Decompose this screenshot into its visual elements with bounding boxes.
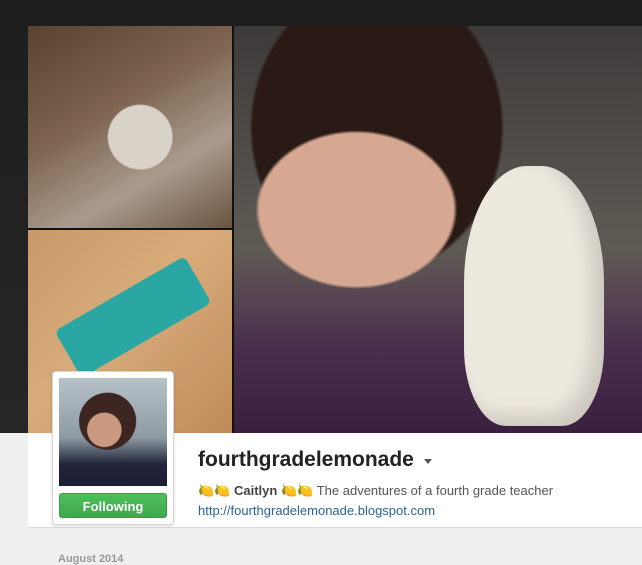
usb-drive-shape — [54, 256, 212, 378]
profile-bio: 🍋🍋 Caitlyn 🍋🍋 The adventures of a fourth… — [198, 483, 553, 499]
avatar[interactable] — [59, 378, 167, 486]
bio-text: The adventures of a fourth grade teacher — [316, 483, 554, 498]
chevron-down-icon[interactable] — [423, 459, 432, 464]
ceramic-dog-shape — [464, 166, 604, 426]
photo-tile-selfie[interactable] — [234, 26, 642, 434]
name-prefix-emoji: 🍋🍋 — [198, 483, 231, 498]
following-button[interactable]: Following — [59, 493, 167, 518]
profile-username: fourthgradelemonade — [198, 448, 414, 471]
profile-full-name: Caitlyn — [234, 483, 278, 498]
profile-website-link[interactable]: http://fourthgradelemonade.blogspot.com — [198, 503, 435, 518]
name-suffix-emoji: 🍋🍋 — [280, 483, 314, 498]
avatar-card: Following — [52, 371, 174, 525]
photo-tile-supplies[interactable] — [28, 26, 232, 228]
feed-month-label: August 2014 — [58, 553, 124, 565]
username-row: fourthgradelemonade — [198, 448, 432, 472]
